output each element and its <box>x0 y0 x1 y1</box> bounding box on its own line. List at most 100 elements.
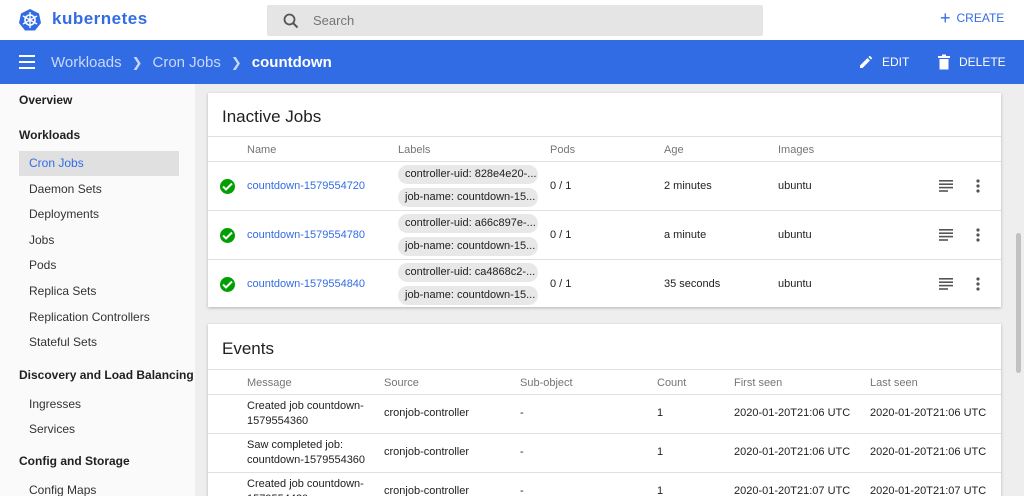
create-label: CREATE <box>956 11 1005 25</box>
events-card: Events Message Source Sub-object Count F… <box>208 324 1001 496</box>
event-sub-object: - <box>520 485 524 496</box>
chevron-right-icon: ❯ <box>131 54 143 70</box>
label-chip: job-name: countdown-15... <box>398 286 538 305</box>
pods-value: 0 / 1 <box>550 278 572 290</box>
event-first-seen: 2020-01-20T21:06 UTC <box>734 407 851 419</box>
more-vert-icon[interactable] <box>976 277 980 291</box>
more-vert-icon[interactable] <box>976 179 980 193</box>
table-row: countdown-1579554840 controller-uid: ca4… <box>208 259 1001 307</box>
sidebar-item-cron-jobs[interactable]: Cron Jobs <box>19 151 179 176</box>
check-circle-icon <box>220 228 235 243</box>
events-title: Events <box>222 339 274 358</box>
label-chip: controller-uid: a66c897e-... <box>398 214 538 233</box>
event-message: Saw completed job: countdown-1579554360 <box>247 439 366 466</box>
delete-label: DELETE <box>959 55 1006 69</box>
brand-name[interactable]: kubernetes <box>52 9 148 29</box>
header-name[interactable]: Name <box>247 144 276 156</box>
sidebar-item-config-maps[interactable]: Config Maps <box>19 478 179 496</box>
table-row: countdown-1579554720 controller-uid: 828… <box>208 161 1001 210</box>
sidebar-item-jobs[interactable]: Jobs <box>19 228 179 253</box>
edit-label: EDIT <box>882 55 910 69</box>
header-labels: Labels <box>398 144 431 156</box>
header-first-seen: First seen <box>734 377 783 389</box>
delete-icon <box>938 54 950 70</box>
event-count: 1 <box>657 407 664 419</box>
job-name-link[interactable]: countdown-1579554840 <box>247 278 365 290</box>
top-bar: kubernetes + CREATE <box>0 0 1024 40</box>
search-bar[interactable] <box>267 5 763 36</box>
event-source: cronjob-controller <box>384 485 469 496</box>
event-last-seen: 2020-01-20T21:07 UTC <box>870 485 987 496</box>
menu-icon[interactable] <box>19 55 35 69</box>
sidebar-item-overview[interactable]: Overview <box>19 93 72 107</box>
job-name-link[interactable]: countdown-1579554780 <box>247 229 365 241</box>
header-last-seen: Last seen <box>870 377 918 389</box>
logs-icon[interactable] <box>939 180 953 192</box>
page-scrollbar[interactable] <box>1016 233 1021 373</box>
create-button[interactable]: + CREATE <box>940 9 1005 27</box>
age-value: 2 minutes <box>664 180 712 192</box>
sidebar-item-pods[interactable]: Pods <box>19 253 179 278</box>
delete-button[interactable]: DELETE <box>937 54 1006 70</box>
sidebar-section-config[interactable]: Config and Storage <box>19 454 130 468</box>
edit-button[interactable]: EDIT <box>858 54 909 70</box>
header-sub-object: Sub-object <box>520 377 573 389</box>
pods-value: 0 / 1 <box>550 229 572 241</box>
event-first-seen: 2020-01-20T21:07 UTC <box>734 485 851 496</box>
breadcrumb-workloads[interactable]: Workloads <box>51 54 122 71</box>
breadcrumb: Workloads ❯ Cron Jobs ❯ countdown <box>51 54 332 71</box>
age-value: a minute <box>664 229 707 241</box>
label-chip: job-name: countdown-15... <box>398 188 538 207</box>
header-age[interactable]: Age <box>664 144 684 156</box>
sidebar-item-daemon-sets[interactable]: Daemon Sets <box>19 177 179 202</box>
header-source: Source <box>384 377 419 389</box>
event-count: 1 <box>657 446 664 458</box>
event-message: Created job countdown-1579554420 <box>247 478 364 496</box>
event-source: cronjob-controller <box>384 407 469 419</box>
sidebar-item-deployments[interactable]: Deployments <box>19 202 179 227</box>
more-vert-icon[interactable] <box>976 228 980 242</box>
kubernetes-logo-icon[interactable] <box>18 8 42 32</box>
sidebar-section-discovery[interactable]: Discovery and Load Balancing <box>19 368 194 382</box>
table-row: countdown-1579554780 controller-uid: a66… <box>208 210 1001 259</box>
event-last-seen: 2020-01-20T21:06 UTC <box>870 446 987 458</box>
image-value: ubuntu <box>778 229 812 241</box>
event-sub-object: - <box>520 446 524 458</box>
sidebar-section-workloads[interactable]: Workloads <box>19 128 80 142</box>
sidebar-item-services[interactable]: Services <box>19 417 179 442</box>
inactive-jobs-title: Inactive Jobs <box>222 107 322 126</box>
header-count: Count <box>657 377 687 389</box>
image-value: ubuntu <box>778 180 812 192</box>
breadcrumb-bar: Workloads ❯ Cron Jobs ❯ countdown EDIT D… <box>0 40 1024 84</box>
label-chip: controller-uid: 828e4e20-... <box>398 165 538 184</box>
event-last-seen: 2020-01-20T21:06 UTC <box>870 407 987 419</box>
search-input[interactable] <box>313 13 733 28</box>
event-first-seen: 2020-01-20T21:06 UTC <box>734 446 851 458</box>
breadcrumb-current: countdown <box>251 54 332 71</box>
table-header: Name Labels Pods Age Images <box>208 136 1001 161</box>
header-pods: Pods <box>550 144 576 156</box>
image-value: ubuntu <box>778 278 812 290</box>
sidebar-item-ingresses[interactable]: Ingresses <box>19 392 179 417</box>
job-name-link[interactable]: countdown-1579554720 <box>247 180 365 192</box>
label-chip: controller-uid: ca4868c2-... <box>398 263 538 282</box>
breadcrumb-cron-jobs[interactable]: Cron Jobs <box>153 54 221 71</box>
age-value: 35 seconds <box>664 278 721 290</box>
check-circle-icon <box>220 277 235 292</box>
table-header: Message Source Sub-object Count First se… <box>208 369 1001 394</box>
pods-value: 0 / 1 <box>550 180 572 192</box>
event-source: cronjob-controller <box>384 446 469 458</box>
table-row: Created job countdown-1579554360 cronjob… <box>208 394 1001 433</box>
sidebar-item-replica-sets[interactable]: Replica Sets <box>19 279 179 304</box>
table-row: Created job countdown-1579554420 cronjob… <box>208 472 1001 496</box>
search-icon <box>283 13 299 28</box>
check-circle-icon <box>220 179 235 194</box>
sidebar: Overview Workloads Cron Jobs Daemon Sets… <box>0 84 195 496</box>
table-row: Saw completed job: countdown-1579554360 … <box>208 433 1001 472</box>
event-count: 1 <box>657 485 664 496</box>
logs-icon[interactable] <box>939 229 953 241</box>
sidebar-item-replication-controllers[interactable]: Replication Controllers <box>19 305 179 330</box>
logs-icon[interactable] <box>939 278 953 290</box>
edit-icon <box>860 55 873 68</box>
sidebar-item-stateful-sets[interactable]: Stateful Sets <box>19 330 179 355</box>
